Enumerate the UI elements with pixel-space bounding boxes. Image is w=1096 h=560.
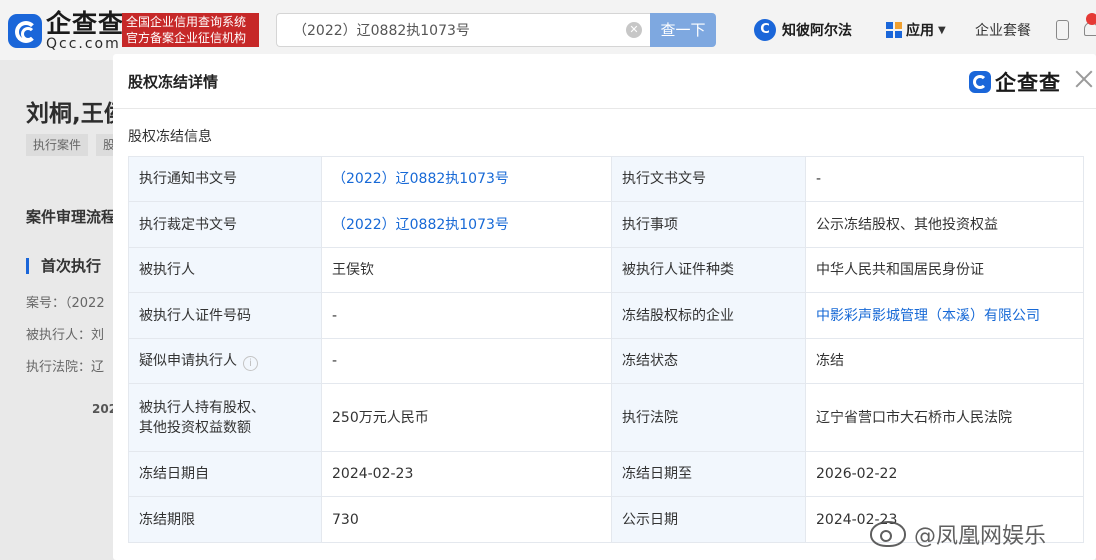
apps-grid-icon	[886, 22, 902, 38]
label-executed-person: 被执行人	[128, 247, 322, 293]
weibo-watermark: @凤凰网娱乐	[870, 518, 1046, 550]
bg-page-title: 刘桐,王侯	[26, 101, 127, 127]
label-equity-amount-line1: 被执行人持有股权、	[139, 399, 265, 416]
bg-tag-execution[interactable]: 执行案件	[26, 134, 89, 156]
search-button[interactable]: 查一下	[650, 13, 716, 47]
value-suspected-applicant: -	[321, 338, 612, 384]
top-nav-bar: 企查查 Qcc.com 全国企业信用查询系统 官方备案企业征信机构 （2022）…	[0, 0, 1096, 60]
label-id-number: 被执行人证件号码	[128, 292, 322, 339]
badge-line-2: 官方备案企业征信机构	[126, 31, 247, 45]
label-exec-matter: 执行事项	[611, 201, 806, 248]
close-icon[interactable]	[1073, 68, 1095, 90]
section-title: 股权冻结信息	[128, 129, 212, 145]
table-row: 执行通知书文号 （2022）辽0882执1073号 执行文书文号 -	[128, 156, 1084, 202]
value-notice-doc-no-link[interactable]: （2022）辽0882执1073号	[321, 156, 612, 202]
table-row: 执行裁定书文号 （2022）辽0882执1073号 执行事项 公示冻结股权、其他…	[128, 201, 1084, 248]
table-row: 冻结日期自 2024-02-23 冻结日期至 2026-02-22	[128, 451, 1084, 497]
zhibi-alpha-icon: C	[754, 19, 776, 41]
value-exec-matter: 公示冻结股权、其他投资权益	[805, 201, 1084, 248]
nav-zhibi-label: 知彼阿尔法	[782, 23, 852, 39]
label-id-type: 被执行人证件种类	[611, 247, 806, 293]
search-input[interactable]: （2022）辽0882执1073号	[276, 13, 650, 47]
bg-section-title: 案件审理流程	[26, 208, 117, 226]
value-freeze-from: 2024-02-23	[321, 451, 612, 497]
freeze-info-table: 执行通知书文号 （2022）辽0882执1073号 执行文书文号 - 执行裁定书…	[128, 156, 1084, 543]
bg-case-number: 案号：（2022	[26, 296, 105, 311]
qcc-logo[interactable]: 企查查 Qcc.com	[8, 9, 125, 52]
label-frozen-company: 冻结股权标的企业	[611, 292, 806, 339]
label-freeze-status: 冻结状态	[611, 338, 806, 384]
label-equity-amount-line2: 其他投资权益数额	[139, 419, 251, 436]
search-clear-icon[interactable]: ✕	[626, 22, 642, 38]
label-applicant-cell: 疑似申请执行人 i	[128, 338, 322, 384]
nav-enterprise-package[interactable]: 企业套餐	[975, 20, 1031, 40]
table-row: 被执行人证件号码 - 冻结股权标的企业 中影彩声影城管理（本溪）有限公司	[128, 292, 1084, 339]
value-freeze-status: 冻结	[805, 338, 1084, 384]
value-exec-court: 辽宁省营口市大石桥市人民法院	[805, 383, 1084, 452]
label-exec-doc-no: 执行文书文号	[611, 156, 806, 202]
table-row: 疑似申请执行人 i - 冻结状态 冻结	[128, 338, 1084, 384]
nav-apps-menu[interactable]: 应用 ▼	[886, 18, 946, 42]
table-row: 被执行人 王俣钦 被执行人证件种类 中华人民共和国居民身份证	[128, 247, 1084, 293]
value-exec-doc-no: -	[805, 156, 1084, 202]
logo-en-text: Qcc.com	[46, 36, 121, 52]
value-id-type: 中华人民共和国居民身份证	[805, 247, 1084, 293]
value-ruling-doc-no-link[interactable]: （2022）辽0882执1073号	[321, 201, 612, 248]
modal-title: 股权冻结详情	[128, 73, 219, 91]
info-icon[interactable]: i	[243, 356, 258, 371]
bg-executed-person: 被执行人：刘	[26, 328, 105, 343]
label-notice-doc-no: 执行通知书文号	[128, 156, 322, 202]
weibo-icon	[870, 521, 906, 547]
label-freeze-period: 冻结期限	[128, 496, 322, 543]
nav-apps-label: 应用	[906, 23, 934, 39]
bg-first-execution: 首次执行	[26, 258, 101, 274]
official-badge: 全国企业信用查询系统 官方备案企业征信机构	[122, 13, 259, 47]
equity-freeze-modal: 股权冻结详情 企查查 股权冻结信息 执行通知书文号 （2022）辽0882执10…	[113, 54, 1096, 560]
chevron-down-icon: ▼	[938, 24, 946, 36]
value-freeze-to: 2026-02-22	[805, 451, 1084, 497]
notification-dot	[1086, 13, 1096, 25]
value-executed-person: 王俣钦	[321, 247, 612, 293]
mobile-phone-icon[interactable]	[1056, 20, 1069, 40]
label-exec-court: 执行法院	[611, 383, 806, 452]
value-frozen-company-link[interactable]: 中影彩声影城管理（本溪）有限公司	[805, 292, 1084, 339]
label-ruling-doc-no: 执行裁定书文号	[128, 201, 322, 248]
modal-logo-text: 企查查	[995, 71, 1061, 95]
label-freeze-from: 冻结日期自	[128, 451, 322, 497]
modal-divider	[113, 108, 1096, 109]
value-equity-amount: 250万元人民币	[321, 383, 612, 452]
badge-line-1: 全国企业信用查询系统	[126, 15, 247, 29]
modal-qcc-logo: 企查查	[969, 67, 1061, 97]
label-suspected-applicant: 疑似申请执行人	[139, 353, 237, 369]
nav-zhibi-alpha[interactable]: C 知彼阿尔法	[754, 18, 852, 42]
value-freeze-period: 730	[321, 496, 612, 543]
table-row: 被执行人持有股权、 其他投资权益数额 250万元人民币 执行法院 辽宁省营口市大…	[128, 383, 1084, 452]
qcc-logo-icon	[969, 71, 991, 93]
label-freeze-to: 冻结日期至	[611, 451, 806, 497]
watermark-text: @凤凰网娱乐	[914, 524, 1047, 549]
label-equity-amount: 被执行人持有股权、 其他投资权益数额	[128, 383, 322, 452]
logo-cn-text: 企查查	[46, 9, 125, 38]
value-id-number: -	[321, 292, 612, 339]
bg-court: 执行法院：辽	[26, 360, 105, 375]
qcc-logo-icon	[8, 14, 42, 48]
label-publish-date: 公示日期	[611, 496, 806, 543]
